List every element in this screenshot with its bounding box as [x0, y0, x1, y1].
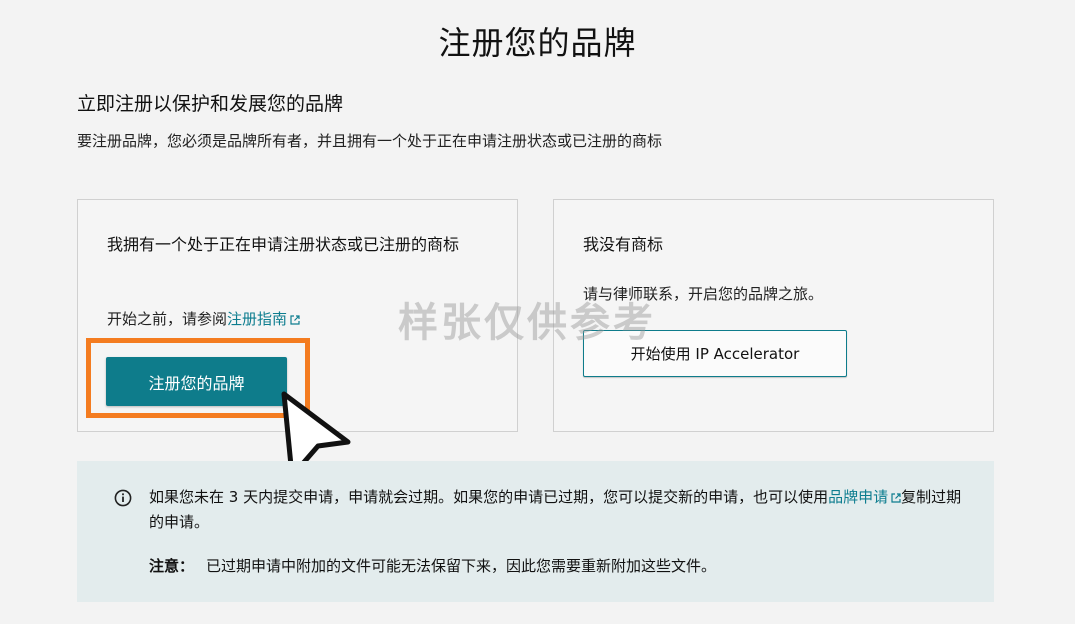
page-title: 注册您的品牌	[438, 24, 637, 62]
note-label: 注意：	[149, 557, 195, 575]
registration-guide-label: 注册指南	[227, 310, 288, 328]
info-circle-icon	[114, 489, 132, 507]
page-intro: 要注册品牌，您必须是品牌所有者，并且拥有一个处于正在申请注册状态或已注册的商标	[77, 132, 663, 150]
note: 注意： 已过期申请中附加的文件可能无法保留下来，因此您需要重新附加这些文件。	[149, 555, 716, 576]
info-panel: 如果您未在 3 天内提交申请，申请就会过期。如果您的申请已过期，您可以提交新的申…	[77, 461, 994, 602]
register-brand-button[interactable]: 注册您的品牌	[106, 357, 287, 406]
info-text-part1: 如果您未在 3 天内提交申请，申请就会过期。如果您的申请已过期，您可以提交新的申…	[149, 488, 829, 506]
guide-prefix: 开始之前，请参阅	[107, 310, 228, 328]
no-trademark-card: 我没有商标 请与律师联系，开启您的品牌之旅。 开始使用 IP Accelerat…	[553, 199, 994, 432]
external-link-icon	[290, 315, 300, 325]
card-heading: 我没有商标	[583, 235, 664, 254]
guide-line: 开始之前，请参阅注册指南	[107, 308, 300, 329]
note-text: 已过期申请中附加的文件可能无法保留下来，因此您需要重新附加这些文件。	[206, 557, 717, 575]
ip-accelerator-button[interactable]: 开始使用 IP Accelerator	[583, 330, 847, 377]
card-heading: 我拥有一个处于正在申请注册状态或已注册的商标	[107, 235, 460, 254]
registration-guide-link[interactable]: 注册指南	[227, 310, 300, 328]
info-text: 如果您未在 3 天内提交申请，申请就会过期。如果您的申请已过期，您可以提交新的申…	[149, 485, 969, 535]
brand-application-label: 品牌申请	[828, 488, 889, 506]
lawyer-contact-text: 请与律师联系，开启您的品牌之旅。	[583, 285, 824, 303]
page-subheading: 立即注册以保护和发展您的品牌	[77, 93, 344, 115]
brand-application-link[interactable]: 品牌申请	[828, 488, 901, 506]
external-link-icon	[891, 493, 901, 503]
